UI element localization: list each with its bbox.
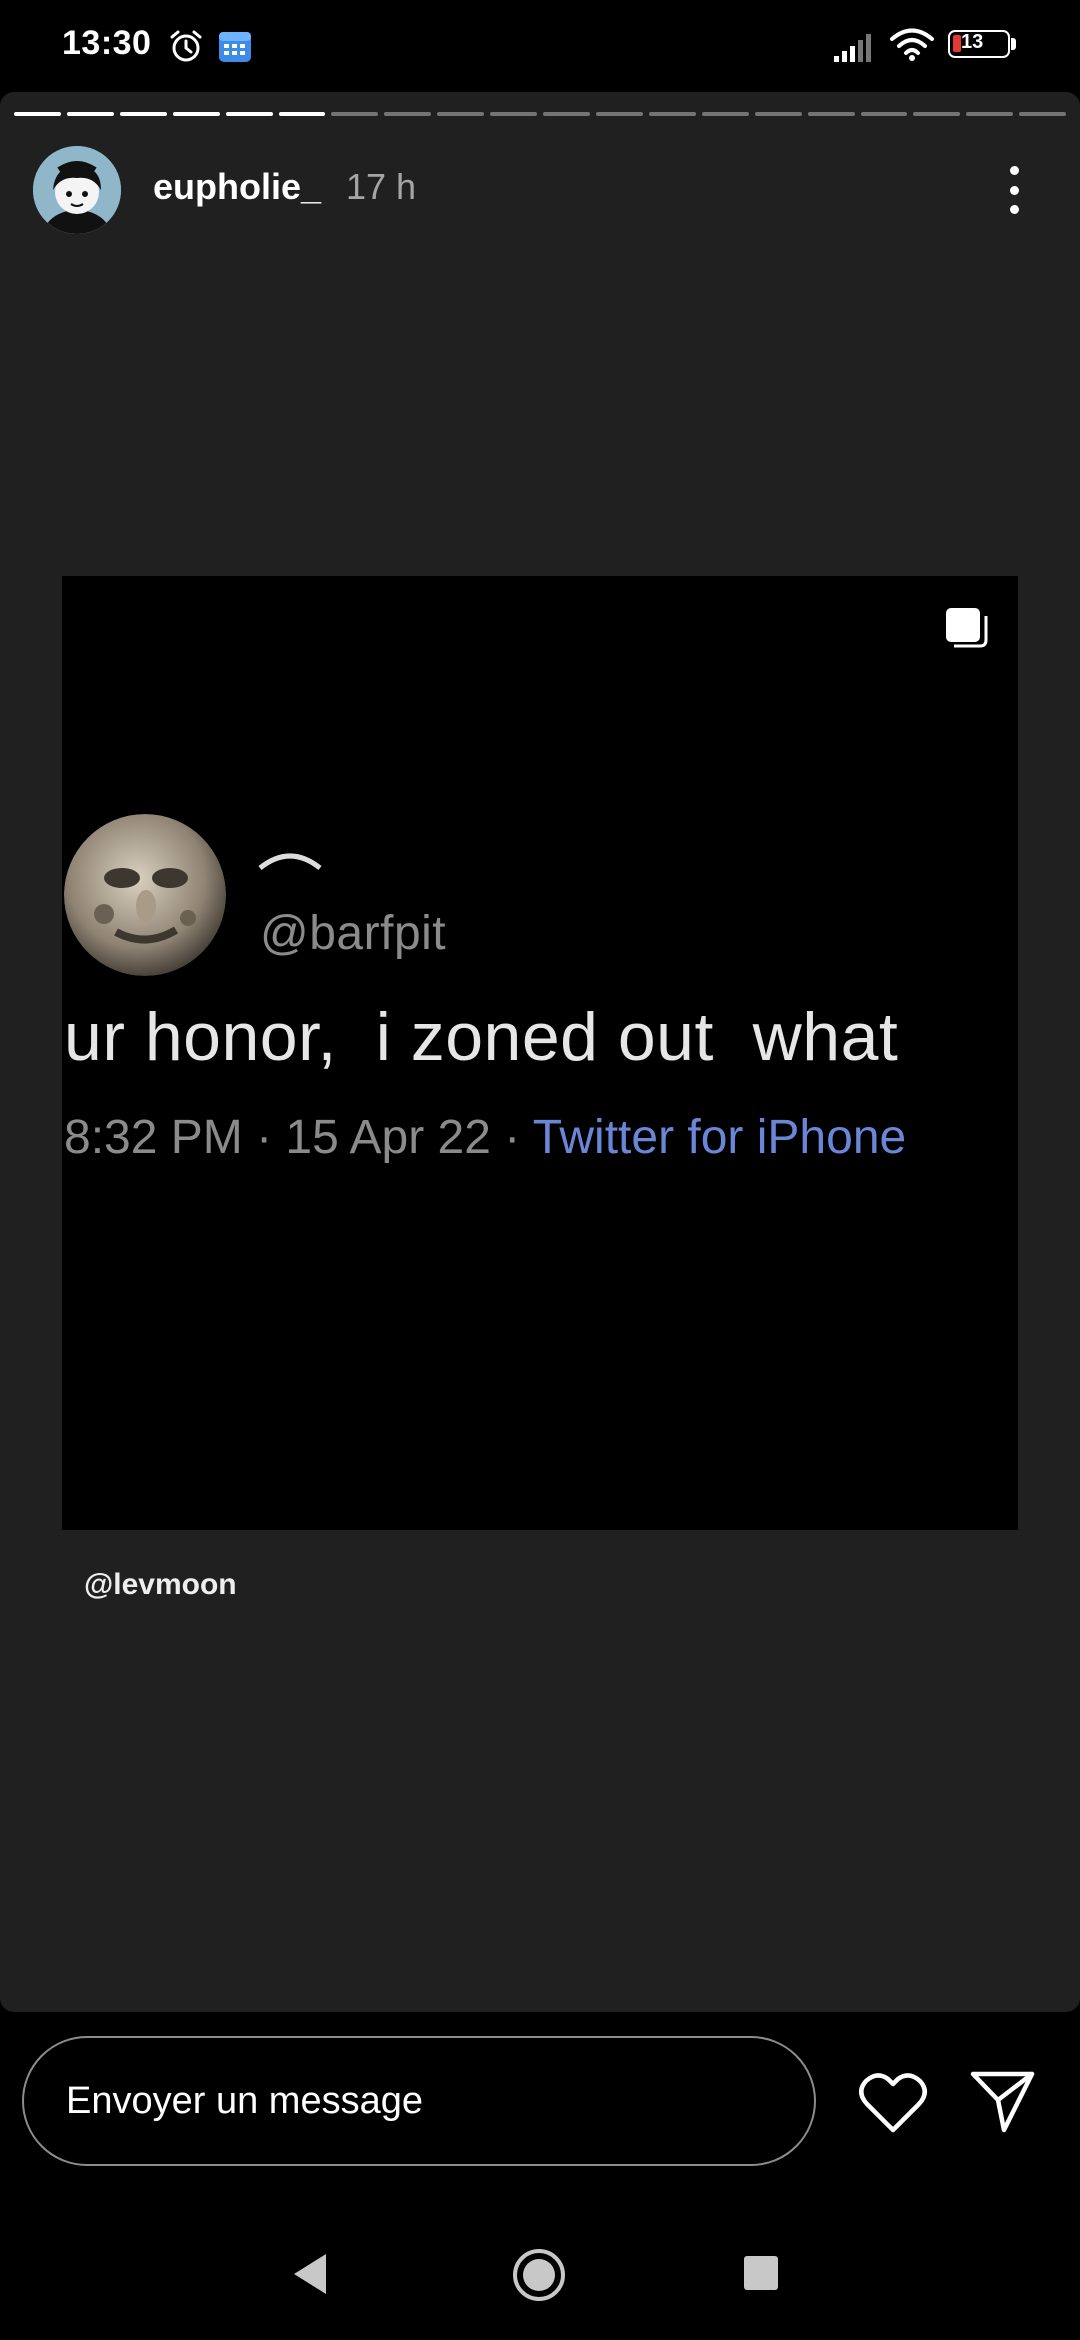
story-viewer[interactable]: eupholie_ 17 h @barfpit ur honor, i zone…	[0, 92, 1080, 2012]
avatar-illustration	[33, 146, 121, 234]
home-icon[interactable]	[512, 2248, 566, 2302]
wifi-icon	[890, 28, 934, 61]
status-bar: 13:30 13	[0, 0, 1080, 92]
story-progress-segment	[543, 112, 590, 116]
recents-icon[interactable]	[744, 2256, 778, 2290]
tweet-meta: 8:32 PM · 15 Apr 22 · Twitter for iPhone	[64, 1110, 906, 1165]
story-progress-segment	[437, 112, 485, 116]
story-progress-segment	[1019, 112, 1067, 116]
system-nav-bar	[0, 2212, 1080, 2340]
carousel-icon	[946, 608, 988, 648]
story-progress-segment	[66, 112, 114, 116]
alarm-icon	[170, 30, 202, 62]
battery-level: 13	[961, 31, 984, 53]
shared-post-media[interactable]: @barfpit ur honor, i zoned out what 8:32…	[62, 576, 1018, 1530]
story-progress-segment	[701, 112, 749, 116]
more-dot-icon	[1009, 185, 1019, 195]
story-progress-segment	[648, 112, 696, 116]
username[interactable]: eupholie_	[153, 166, 321, 208]
calendar-icon	[219, 32, 251, 62]
story-header: eupholie_ 17 h	[0, 142, 1080, 238]
heart-icon[interactable]	[858, 2072, 928, 2134]
story-progress-segment	[119, 112, 167, 116]
story-progress-segment	[595, 112, 643, 116]
more-dot-icon	[1009, 205, 1019, 214]
battery-icon: 13	[948, 30, 1020, 62]
more-options-button[interactable]	[996, 160, 1032, 220]
tweet-source: Twitter for iPhone	[532, 1111, 907, 1164]
story-progress-segment	[14, 112, 61, 116]
mention-sticker[interactable]: @levmoon	[84, 1568, 237, 1602]
more-dot-icon	[1009, 166, 1019, 175]
story-progress-segment	[966, 112, 1014, 116]
story-progress-segment	[278, 112, 326, 116]
story-progress-segment	[754, 112, 802, 116]
story-progress-segment	[860, 112, 908, 116]
message-input[interactable]	[22, 2036, 816, 2166]
status-time: 13:30	[62, 24, 152, 62]
story-progress-segment	[172, 112, 220, 116]
tweet-avatar	[64, 814, 226, 976]
send-icon[interactable]	[970, 2070, 1036, 2134]
signal-icon	[834, 34, 871, 62]
story-progress-segment	[331, 112, 379, 116]
tweet-text: ur honor, i zoned out what	[64, 999, 899, 1075]
story-progress-segment	[225, 112, 273, 116]
tweet-timestamp: 8:32 PM · 15 Apr 22 ·	[64, 1111, 533, 1164]
story-progress-segment	[384, 112, 432, 116]
story-progress-segment	[807, 112, 855, 116]
tweet-display-name	[258, 853, 322, 870]
tweet-handle: @barfpit	[260, 907, 447, 960]
story-progress-segment	[490, 112, 538, 116]
post-age: 17 h	[346, 166, 417, 207]
back-icon[interactable]	[290, 2252, 330, 2296]
reply-bar	[0, 2012, 1080, 2212]
story-progress-bar	[14, 112, 1067, 117]
avatar[interactable]	[33, 146, 121, 234]
story-progress-segment	[913, 112, 961, 116]
